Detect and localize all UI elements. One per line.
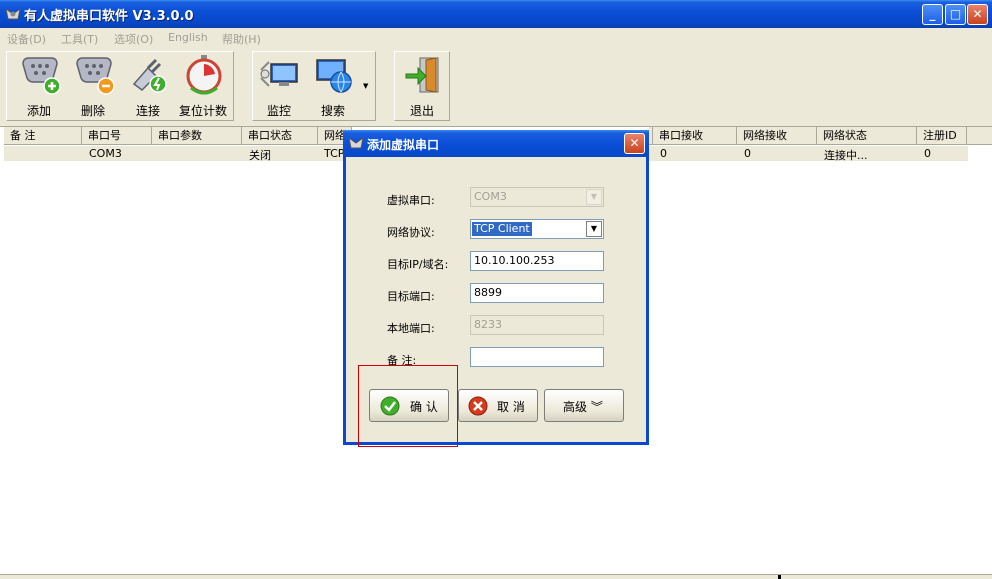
target-port-input[interactable]: 8899 <box>470 283 604 303</box>
cell-serial-rx: 0 <box>660 147 667 160</box>
resize-mark <box>778 575 781 579</box>
cell-network: TCP <box>324 147 345 160</box>
cell-status: 关闭 <box>249 149 271 162</box>
cancel-button[interactable]: 取 消 <box>458 389 538 422</box>
virtual-port-select[interactable]: COM3 ▼ <box>470 187 604 207</box>
note-input[interactable] <box>470 347 604 367</box>
ok-button[interactable]: 确 认 <box>369 389 449 422</box>
column-net-rx[interactable]: 网络接收 <box>737 127 817 145</box>
close-icon: ✕ <box>629 136 640 150</box>
window-title: 有人虚拟串口软件 V3.3.0.0 <box>24 9 194 24</box>
ok-label: 确 认 <box>410 400 438 414</box>
cancel-label: 取 消 <box>497 400 525 414</box>
chevron-down-icon: ▼ <box>586 189 602 205</box>
close-icon: ✕ <box>972 7 983 21</box>
column-params[interactable]: 串口参数 <box>152 127 242 145</box>
column-reg-id[interactable]: 注册ID <box>917 127 967 145</box>
menu-options[interactable]: 选项(O) <box>114 31 153 47</box>
advanced-button[interactable]: 高级 ︾ <box>544 389 624 422</box>
monitor-button[interactable]: 监控 <box>252 52 306 118</box>
virtual-port-value: COM3 <box>474 190 507 203</box>
column-serial-rx[interactable]: 串口接收 <box>653 127 737 145</box>
dialog-app-icon <box>348 136 364 149</box>
local-port-input[interactable]: 8233 <box>470 315 604 335</box>
dialog-title: 添加虚拟串口 <box>367 138 440 152</box>
connect-button[interactable]: 连接 <box>121 52 175 118</box>
status-strip <box>0 574 992 579</box>
minimize-icon: _ <box>929 7 936 21</box>
maximize-button[interactable]: □ <box>945 4 966 25</box>
exit-door-icon <box>405 57 439 93</box>
dialog-close-button[interactable]: ✕ <box>624 133 645 154</box>
reset-count-label: 复位计数 <box>178 104 227 118</box>
search-button[interactable]: 搜索 <box>306 52 360 118</box>
protocol-label: 网络协议: <box>387 226 435 239</box>
cell-port: COM3 <box>89 147 122 160</box>
cancel-x-icon <box>468 396 488 416</box>
delete-port-icon <box>76 57 115 95</box>
search-dropdown-arrow-icon[interactable]: ▼ <box>363 82 368 90</box>
search-globe-icon <box>316 59 352 93</box>
protocol-select[interactable]: TCP Client ▼ <box>470 219 604 239</box>
window-titlebar[interactable]: 有人虚拟串口软件 V3.3.0.0 _ □ ✕ <box>0 0 992 28</box>
advanced-label: 高级 ︾ <box>563 400 603 414</box>
target-ip-input[interactable]: 10.10.100.253 <box>470 251 604 271</box>
target-port-label: 目标端口: <box>387 290 435 303</box>
chevron-down-icon: ▼ <box>586 221 602 237</box>
target-ip-label: 目标IP/域名: <box>387 258 449 271</box>
check-icon <box>380 396 400 416</box>
minimize-button[interactable]: _ <box>922 4 943 25</box>
add-button[interactable]: 添加 <box>12 52 66 118</box>
close-button[interactable]: ✕ <box>967 4 988 25</box>
menu-bar: 设备(D) 工具(T) 选项(O) English 帮助(H) <box>0 28 992 48</box>
monitor-label: 监控 <box>266 104 291 118</box>
column-net-status[interactable]: 网络状态 <box>817 127 917 145</box>
dialog-titlebar[interactable]: 添加虚拟串口 ✕ <box>343 130 649 157</box>
cell-net-rx: 0 <box>744 147 751 160</box>
local-port-label: 本地端口: <box>387 322 435 335</box>
connect-plug-icon <box>132 58 167 93</box>
menu-english[interactable]: English <box>168 31 208 44</box>
column-filler <box>967 127 992 145</box>
add-virtual-port-dialog: 添加虚拟串口 ✕ 虚拟串口: COM3 ▼ 网络协议: TCP Client ▼… <box>343 130 649 447</box>
add-label: 添加 <box>26 104 51 118</box>
maximize-icon: □ <box>949 7 962 21</box>
delete-button[interactable]: 删除 <box>66 52 120 118</box>
cell-net-status: 连接中... <box>824 149 868 162</box>
add-port-icon <box>22 57 61 95</box>
menu-tools[interactable]: 工具(T) <box>61 31 98 47</box>
toolbar: 添加 删除 连接 复位计数 监控 搜索 ▼ 退出 <box>0 48 992 127</box>
reset-count-button[interactable]: 复位计数 <box>176 52 230 118</box>
delete-label: 删除 <box>80 104 105 118</box>
cell-reg-id: 0 <box>924 147 931 160</box>
menu-device[interactable]: 设备(D) <box>7 31 46 47</box>
protocol-value: TCP Client <box>472 222 532 236</box>
monitor-icon <box>260 61 298 87</box>
app-icon <box>5 7 21 20</box>
column-status[interactable]: 串口状态 <box>242 127 318 145</box>
virtual-port-label: 虚拟串口: <box>387 194 435 207</box>
column-note[interactable]: 备 注 <box>4 127 82 145</box>
exit-button[interactable]: 退出 <box>395 52 449 118</box>
stopwatch-icon <box>186 55 222 95</box>
search-label: 搜索 <box>320 104 345 118</box>
menu-help[interactable]: 帮助(H) <box>222 31 261 47</box>
connect-label: 连接 <box>135 104 160 118</box>
column-port[interactable]: 串口号 <box>82 127 152 145</box>
exit-label: 退出 <box>409 104 434 118</box>
